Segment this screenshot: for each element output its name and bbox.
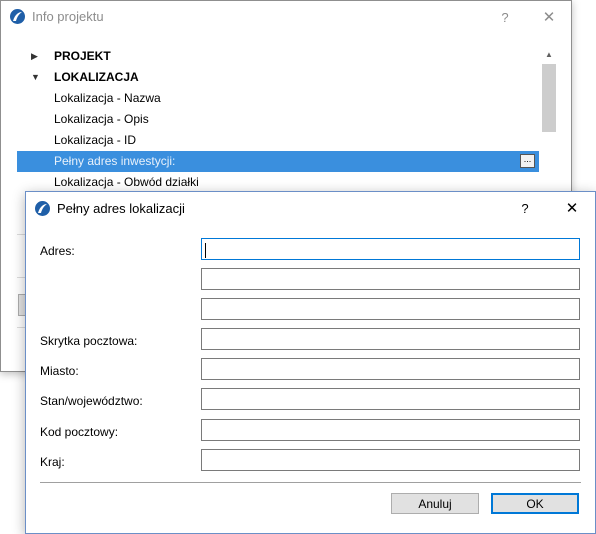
- tree-item-full-address[interactable]: Pełny adres inwestycji: ...: [17, 151, 539, 172]
- postal-code-input[interactable]: [201, 419, 580, 441]
- close-button[interactable]: ✕: [549, 192, 595, 224]
- address-line-2-input[interactable]: [201, 268, 580, 290]
- scroll-up-icon[interactable]: ▲: [541, 46, 557, 64]
- country-input[interactable]: [201, 449, 580, 471]
- full-address-dialog: Pełny adres lokalizacji ? ✕ Adres: Skryt…: [25, 191, 596, 534]
- collapse-arrow-icon[interactable]: ▼: [31, 67, 40, 88]
- project-info-tree: ▶ PROJEKT ▼ LOKALIZACJA Lokalizacja - Na…: [17, 46, 557, 191]
- tree-label: PROJEKT: [54, 49, 111, 63]
- tree-group-projekt[interactable]: ▶ PROJEKT: [17, 46, 539, 67]
- expand-arrow-icon[interactable]: ▶: [31, 46, 38, 67]
- cancel-button[interactable]: Anuluj: [391, 493, 479, 514]
- postal-code-label: Kod pocztowy:: [40, 425, 119, 439]
- tree-item-id[interactable]: Lokalizacja - ID: [17, 130, 539, 151]
- ok-button[interactable]: OK: [491, 493, 579, 514]
- po-box-label: Skrytka pocztowa:: [40, 334, 138, 348]
- tree-group-lokalizacja[interactable]: ▼ LOKALIZACJA: [17, 67, 539, 88]
- close-button[interactable]: ✕: [526, 1, 572, 33]
- city-input[interactable]: [201, 358, 580, 380]
- archicad-logo-icon: [10, 9, 25, 24]
- text-caret: [205, 243, 206, 258]
- scrollbar-thumb[interactable]: [542, 64, 556, 132]
- divider: [40, 482, 581, 483]
- tree-label: Lokalizacja - ID: [54, 133, 137, 147]
- archicad-logo-icon: [35, 201, 50, 216]
- help-button[interactable]: ?: [502, 192, 548, 224]
- address-line-3-input[interactable]: [201, 298, 580, 320]
- help-button[interactable]: ?: [482, 1, 528, 33]
- tree-label: Lokalizacja - Opis: [54, 112, 149, 126]
- dialog-title: Pełny adres lokalizacji: [57, 201, 185, 216]
- tree-item-opis[interactable]: Lokalizacja - Opis: [17, 109, 539, 130]
- address-label: Adres:: [40, 244, 75, 258]
- city-label: Miasto:: [40, 364, 79, 378]
- address-line-1-input[interactable]: [201, 238, 580, 260]
- tree-label: Lokalizacja - Obwód działki: [54, 175, 199, 189]
- tree-item-nazwa[interactable]: Lokalizacja - Nazwa: [17, 88, 539, 109]
- tree-label: Pełny adres inwestycji:: [54, 154, 176, 168]
- country-label: Kraj:: [40, 455, 65, 469]
- state-input[interactable]: [201, 388, 580, 410]
- tree-item-obwod-dzialki[interactable]: Lokalizacja - Obwód działki: [17, 172, 539, 191]
- tree-label: LOKALIZACJA: [54, 70, 139, 84]
- edit-address-button[interactable]: ...: [520, 154, 535, 168]
- title-bar: Pełny adres lokalizacji ? ✕: [26, 192, 595, 224]
- po-box-input[interactable]: [201, 328, 580, 350]
- state-label: Stan/województwo:: [40, 394, 143, 408]
- tree-label: Lokalizacja - Nazwa: [54, 91, 161, 105]
- window-title: Info projektu: [32, 9, 104, 24]
- title-bar: Info projektu ? ✕: [1, 1, 571, 33]
